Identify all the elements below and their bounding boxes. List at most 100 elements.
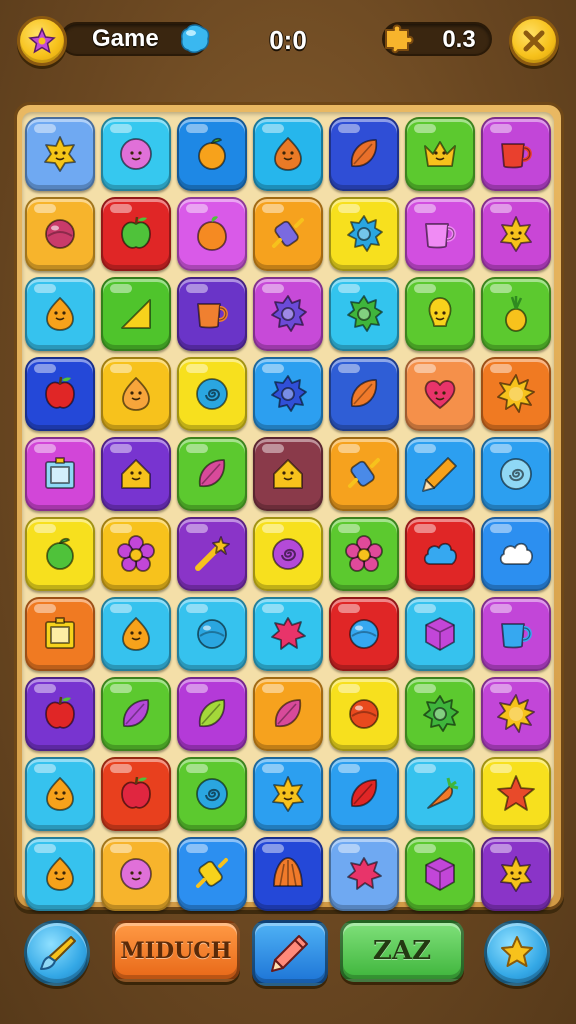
tile-sun[interactable] [481, 357, 551, 431]
pencil-icon [271, 935, 308, 972]
tile-gear[interactable] [253, 277, 323, 351]
tile-leaf[interactable] [329, 357, 399, 431]
tile-ball[interactable] [177, 597, 247, 671]
ball-icon [349, 619, 379, 649]
tile-leaf[interactable] [329, 757, 399, 831]
pineapple-icon [505, 296, 527, 332]
leaf-icon [122, 699, 150, 728]
tile-star-face[interactable] [253, 757, 323, 831]
puzzle-piece-icon [378, 18, 418, 63]
tile-crown[interactable] [405, 117, 475, 191]
tile-face[interactable] [101, 837, 171, 911]
tile-cloud[interactable] [405, 517, 475, 591]
tile-orange[interactable] [177, 117, 247, 191]
tile-ball[interactable] [329, 677, 399, 751]
mug-icon [197, 303, 228, 329]
star-power-button[interactable] [484, 920, 550, 986]
top-bar: Game 0:0 0.3 [0, 0, 576, 92]
tile-face[interactable] [101, 117, 171, 191]
tile-pencil[interactable] [405, 437, 475, 511]
tile-peach[interactable] [177, 197, 247, 271]
tile-leaf[interactable] [329, 117, 399, 191]
tile-cube[interactable] [405, 597, 475, 671]
tile-gear[interactable] [253, 357, 323, 431]
tile-swirl[interactable] [177, 357, 247, 431]
tile-ball[interactable] [25, 197, 95, 271]
tile-sun[interactable] [481, 677, 551, 751]
tile-wand[interactable] [177, 517, 247, 591]
tile-mug[interactable] [177, 277, 247, 351]
tile-mug[interactable] [481, 117, 551, 191]
tile-leaf[interactable] [253, 677, 323, 751]
tile-candy[interactable] [329, 437, 399, 511]
tile-splat[interactable] [253, 597, 323, 671]
tile-apple[interactable] [25, 677, 95, 751]
tile-star-face[interactable] [481, 837, 551, 911]
tile-swirl[interactable] [177, 757, 247, 831]
star-face-icon [500, 856, 532, 892]
tile-house[interactable] [101, 437, 171, 511]
apple-icon [121, 216, 151, 249]
tile-drop-fruit[interactable] [25, 757, 95, 831]
tile-frame[interactable] [25, 437, 95, 511]
tile-splat[interactable] [329, 837, 399, 911]
tile-gear[interactable] [405, 677, 475, 751]
tile-triangle[interactable] [101, 277, 171, 351]
tile-star-face[interactable] [25, 117, 95, 191]
cube-icon [425, 617, 455, 651]
tile-leaf[interactable] [177, 437, 247, 511]
tile-swirl[interactable] [253, 517, 323, 591]
tile-heart[interactable] [405, 357, 475, 431]
tile-mug[interactable] [481, 597, 551, 671]
tile-drop-fruit[interactable] [253, 117, 323, 191]
tile-shell[interactable] [253, 837, 323, 911]
drop-fruit-icon [122, 617, 150, 651]
tile-pineapple[interactable] [481, 277, 551, 351]
menu-button[interactable] [17, 16, 67, 66]
tile-apple[interactable] [101, 757, 171, 831]
tile-frame[interactable] [25, 597, 95, 671]
leaf-icon [198, 699, 226, 728]
gear-icon [347, 295, 383, 332]
tile-flower[interactable] [101, 517, 171, 591]
green-action-button[interactable]: ZAZ [340, 920, 464, 982]
tile-mug[interactable] [405, 197, 475, 271]
tile-cube[interactable] [405, 837, 475, 911]
tile-bulb[interactable] [405, 277, 475, 351]
close-button[interactable] [509, 16, 559, 66]
apple-icon [121, 776, 151, 809]
star-icon [497, 775, 535, 811]
brush-icon [40, 936, 76, 970]
splat-icon [347, 857, 382, 890]
tile-star-face[interactable] [481, 197, 551, 271]
tile-drop-fruit[interactable] [25, 837, 95, 911]
tile-gear[interactable] [329, 197, 399, 271]
pencil-tool-button[interactable] [252, 920, 328, 986]
drop-fruit-icon [46, 857, 74, 891]
gear-icon [423, 695, 459, 732]
tile-cloud[interactable] [481, 517, 551, 591]
brush-tool-button[interactable] [24, 920, 90, 986]
tile-drop-fruit[interactable] [101, 357, 171, 431]
house-icon [273, 459, 303, 489]
tile-swirl[interactable] [481, 437, 551, 511]
tile-orange[interactable] [25, 517, 95, 591]
tile-leaf[interactable] [101, 677, 171, 751]
tile-drop-fruit[interactable] [25, 277, 95, 351]
tile-leaf[interactable] [177, 677, 247, 751]
tile-house[interactable] [253, 437, 323, 511]
tile-star[interactable] [481, 757, 551, 831]
orange-action-button[interactable]: MIDUCH [112, 920, 240, 982]
tile-candy[interactable] [253, 197, 323, 271]
pencil-icon [422, 457, 457, 492]
face-icon [120, 858, 152, 890]
tile-carrot[interactable] [405, 757, 475, 831]
tile-ball[interactable] [329, 597, 399, 671]
tile-candy[interactable] [177, 837, 247, 911]
tile-apple[interactable] [101, 197, 171, 271]
tile-flower[interactable] [329, 517, 399, 591]
tile-apple[interactable] [25, 357, 95, 431]
tile-drop-fruit[interactable] [101, 597, 171, 671]
sun-icon [497, 694, 535, 733]
tile-gear[interactable] [329, 277, 399, 351]
